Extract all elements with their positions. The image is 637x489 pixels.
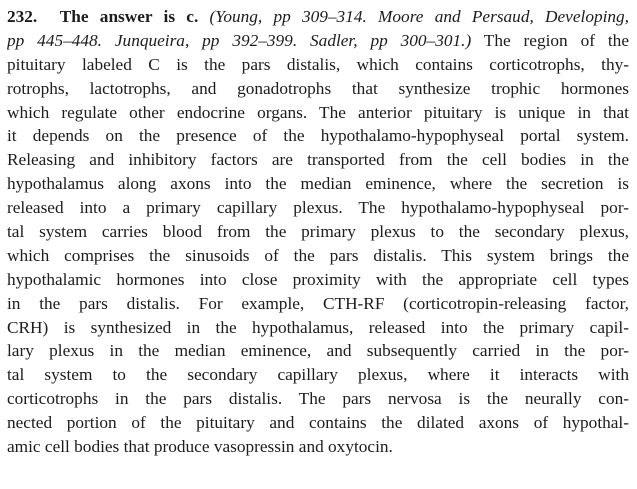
text-line: amic cell bodies that produce vasopressi…: [7, 437, 393, 457]
text-line: CRH) is synthesized in the hypothalamus,…: [7, 317, 629, 337]
text-line: hypothalamic hormones into close proximi…: [7, 269, 629, 289]
text-line: pituitary labeled C is the pars distalis…: [7, 54, 629, 74]
reference-citation: pp 445–448. Junqueira, pp 392–399. Sadle…: [7, 30, 472, 50]
text-line: hypothalamus along axons into the median…: [7, 174, 629, 194]
text-line: lary plexus in the median eminence, and …: [7, 341, 629, 361]
question-number: 232.: [7, 7, 38, 26]
text-line: tal system to the secondary capillary pl…: [7, 365, 629, 385]
answer-heading: The answer is c.: [59, 7, 199, 26]
text-line: in the pars distalis. For example, CTH-R…: [7, 293, 629, 313]
text-line: nected portion of the pituitary and cont…: [7, 413, 629, 433]
text-line: rotrophs, lactotrophs, and gonadotrophs …: [7, 78, 629, 98]
answer-explanation: 232. The answer is c. (Young, pp 309–314…: [7, 5, 629, 459]
text-line: corticotrophs in the pars distalis. The …: [7, 389, 629, 409]
text-line: which regulate other endocrine organs. T…: [7, 102, 629, 122]
text-line: 232. The answer is c. (Young, pp 309–314…: [7, 5, 629, 29]
text-line: tal system carries blood from the primar…: [7, 222, 629, 242]
line-text: The region of the: [471, 30, 629, 50]
reference-citation: (Young, pp 309–314. Moore and Persaud, D…: [209, 7, 629, 26]
text-line: which comprises the sinusoids of the par…: [7, 245, 629, 265]
text-line: pp 445–448. Junqueira, pp 392–399. Sadle…: [7, 29, 629, 53]
text-line: released into a primary capillary plexus…: [7, 198, 629, 218]
text-line: Releasing and inhibitory factors are tra…: [7, 150, 629, 170]
text-line: it depends on the presence of the hypoth…: [7, 126, 629, 146]
